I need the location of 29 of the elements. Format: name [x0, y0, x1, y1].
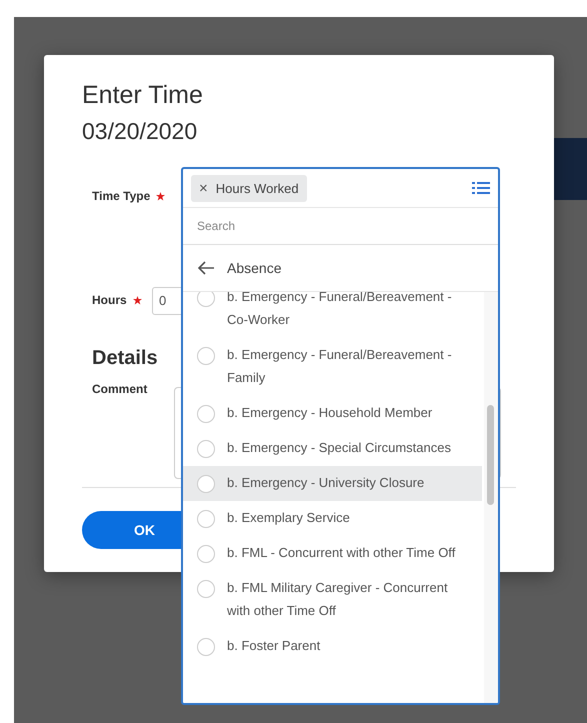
dialog-date: 03/20/2020	[82, 118, 198, 145]
chip-label: Hours Worked	[216, 180, 299, 196]
radio-button[interactable]	[197, 545, 215, 563]
scrollbar-thumb[interactable]	[487, 405, 494, 505]
radio-button[interactable]	[197, 405, 215, 423]
category-title: Absence	[227, 260, 282, 276]
option-item[interactable]: b. Emergency - Household Member	[183, 396, 482, 431]
dialog-title: Enter Time	[82, 81, 204, 110]
header-bar	[554, 138, 587, 200]
section-heading: Details	[92, 347, 158, 370]
radio-button[interactable]	[197, 475, 215, 493]
option-item[interactable]: b. Emergency - Funeral/Bereavement - Family	[183, 338, 482, 396]
radio-button[interactable]	[197, 510, 215, 528]
option-item[interactable]: b. Emergency - University Closure	[183, 466, 482, 501]
option-item[interactable]: b. Emergency - Special Circumstances	[183, 431, 482, 466]
option-item[interactable]: b. Foster Parent	[183, 629, 482, 664]
radio-button[interactable]	[197, 440, 215, 458]
option-item[interactable]: b. FML Military Caregiver - Concurrent with other Time Off	[183, 571, 482, 629]
category-header[interactable]: Absence	[183, 245, 498, 292]
radio-button[interactable]	[197, 292, 215, 307]
remove-button[interactable]: ×	[199, 180, 208, 196]
field-label: Comment	[92, 382, 148, 396]
radio-button[interactable]	[197, 580, 215, 598]
back-arrow-icon[interactable]	[197, 260, 215, 276]
field-label: Time Type	[92, 189, 150, 203]
list-icon[interactable]	[472, 181, 490, 195]
radio-button[interactable]	[197, 638, 215, 656]
field-label: Hours	[92, 293, 127, 307]
radio-button[interactable]	[197, 347, 215, 365]
